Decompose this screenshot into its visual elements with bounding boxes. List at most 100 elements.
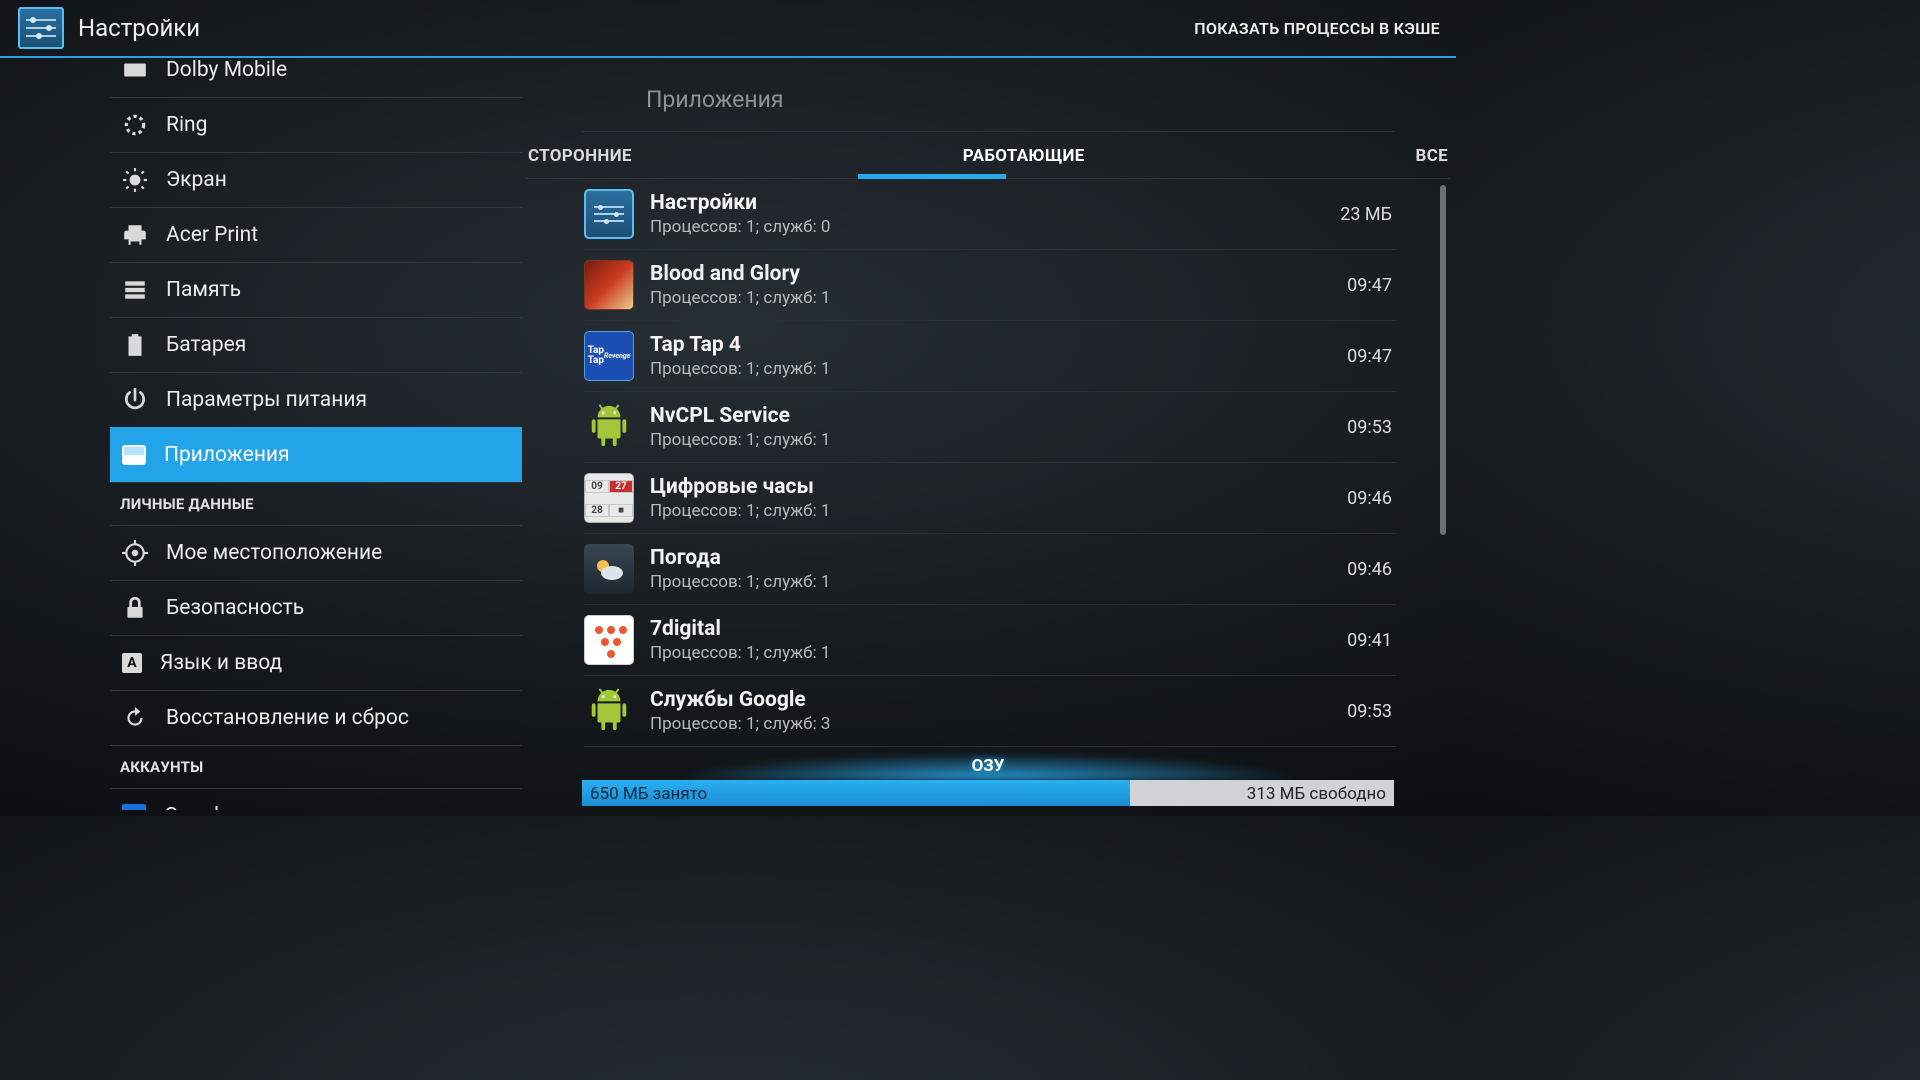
sun-icon — [122, 167, 148, 193]
app-meta: 23 МБ — [1340, 204, 1396, 225]
app-subtitle: Процессов: 1; служб: 1 — [650, 288, 1331, 308]
google-icon: g — [122, 804, 146, 810]
app-subtitle: Процессов: 1; служб: 1 — [650, 501, 1331, 521]
sidebar-item-google[interactable]: g Google — [110, 788, 522, 810]
app-row[interactable]: ПогодаПроцессов: 1; служб: 1 09:46 — [584, 534, 1396, 605]
app-subtitle: Процессов: 1; служб: 0 — [650, 217, 1324, 237]
app-row[interactable]: Blood and GloryПроцессов: 1; служб: 1 09:… — [584, 250, 1396, 321]
app-icon-taptap: TapTapRevenge — [584, 331, 634, 381]
app-text: Цифровые часыПроцессов: 1; служб: 1 — [650, 475, 1331, 521]
header-left: Настройки — [18, 7, 200, 49]
sidebar-item-memory[interactable]: Память — [110, 262, 522, 317]
app-name: Blood and Glory — [650, 262, 1331, 286]
app-meta: 09:41 — [1347, 630, 1396, 651]
app-text: 7digitalПроцессов: 1; служб: 1 — [650, 617, 1331, 663]
battery-icon — [122, 332, 148, 358]
restore-icon — [122, 705, 148, 731]
tabs-bar: СТОРОННИЕ РАБОТАЮЩИЕ ВСЕ — [526, 132, 1450, 179]
app-row[interactable]: 7digitalПроцессов: 1; служб: 1 09:41 — [584, 605, 1396, 676]
app-icon-android — [584, 686, 634, 736]
language-icon: A — [122, 653, 142, 673]
sidebar-item-battery[interactable]: Батарея — [110, 317, 522, 372]
sidebar-item-apps[interactable]: Приложения — [110, 427, 522, 482]
sidebar-item-label: Google — [164, 804, 230, 810]
app-row[interactable]: Службы GoogleПроцессов: 1; служб: 3 09:53 — [584, 676, 1396, 747]
printer-icon — [122, 222, 148, 248]
app-icon-android — [584, 402, 634, 452]
storage-icon — [122, 277, 148, 303]
app-meta: 09:53 — [1347, 701, 1396, 722]
content-heading: Приложения — [582, 58, 1394, 132]
apps-icon — [122, 445, 146, 465]
ram-used-text: 650 МБ занято — [590, 784, 707, 804]
dolby-icon — [122, 58, 148, 83]
ram-label: ОЗУ — [582, 756, 1394, 776]
app-text: Tap Tap 4Процессов: 1; служб: 1 — [650, 333, 1331, 379]
tab-all[interactable]: ВСЕ — [1416, 146, 1448, 178]
sidebar-item-print[interactable]: Acer Print — [110, 207, 522, 262]
app-meta: 09:47 — [1347, 275, 1396, 296]
sidebar-item-label: Безопасность — [166, 596, 304, 620]
app-icon-digitalclock: 092728■ — [584, 473, 634, 523]
sidebar-item-power[interactable]: Параметры питания — [110, 372, 522, 427]
sidebar-item-label: Мое местоположение — [166, 541, 382, 565]
power-icon — [122, 387, 148, 413]
app-text: Службы GoogleПроцессов: 1; служб: 3 — [650, 688, 1331, 734]
sidebar-item-screen[interactable]: Экран — [110, 152, 522, 207]
sidebar-item-ring[interactable]: Ring — [110, 97, 522, 152]
sidebar-item-dolby[interactable]: Dolby Mobile — [110, 58, 522, 97]
app-subtitle: Процессов: 1; служб: 3 — [650, 714, 1331, 734]
app-text: НастройкиПроцессов: 1; служб: 0 — [650, 191, 1324, 237]
app-subtitle: Процессов: 1; служб: 1 — [650, 430, 1331, 450]
app-name: Настройки — [650, 191, 1324, 215]
app-row[interactable]: 092728■ Цифровые часыПроцессов: 1; служб:… — [584, 463, 1396, 534]
app-icon-blood-glory — [584, 260, 634, 310]
sidebar-item-label: Ring — [166, 113, 207, 137]
settings-sidebar: Dolby Mobile Ring Экран Acer Print Память Бат… — [0, 58, 522, 810]
sidebar-item-label: Экран — [166, 168, 227, 192]
location-icon — [122, 540, 148, 566]
app-header: Настройки ПОКАЗАТЬ ПРОЦЕССЫ В КЭШЕ — [0, 0, 1456, 58]
sidebar-item-label: Параметры питания — [166, 388, 367, 412]
tab-thirdparty[interactable]: СТОРОННИЕ — [528, 146, 632, 178]
sidebar-item-label: Язык и ввод — [160, 651, 282, 675]
sidebar-item-label: Батарея — [166, 333, 246, 357]
app-text: Blood and GloryПроцессов: 1; служб: 1 — [650, 262, 1331, 308]
sidebar-item-reset[interactable]: Восстановление и сброс — [110, 690, 522, 745]
app-icon-settings — [584, 189, 634, 239]
app-text: NvCPL ServiceПроцессов: 1; служб: 1 — [650, 404, 1331, 450]
sidebar-item-label: Приложения — [164, 443, 290, 467]
app-meta: 09:47 — [1347, 346, 1396, 367]
app-text: ПогодаПроцессов: 1; служб: 1 — [650, 546, 1331, 592]
running-apps-list[interactable]: НастройкиПроцессов: 1; служб: 0 23 МБ Bloo… — [526, 179, 1450, 758]
app-row[interactable]: NvCPL ServiceПроцессов: 1; служб: 1 09:53 — [584, 392, 1396, 463]
sidebar-item-lang[interactable]: A Язык и ввод — [110, 635, 522, 690]
sidebar-item-location[interactable]: Мое местоположение — [110, 525, 522, 580]
app-name: 7digital — [650, 617, 1331, 641]
sidebar-item-label: Память — [166, 278, 241, 302]
section-accounts: АККАУНТЫ — [110, 745, 522, 788]
app-subtitle: Процессов: 1; служб: 1 — [650, 572, 1331, 592]
app-meta: 09:53 — [1347, 417, 1396, 438]
app-name: Цифровые часы — [650, 475, 1331, 499]
app-subtitle: Процессов: 1; служб: 1 — [650, 643, 1331, 663]
show-cached-processes-button[interactable]: ПОКАЗАТЬ ПРОЦЕССЫ В КЭШЕ — [1194, 19, 1446, 38]
lock-icon — [122, 595, 148, 621]
sidebar-item-label: Восстановление и сброс — [166, 706, 409, 730]
app-name: Tap Tap 4 — [650, 333, 1331, 357]
app-name: NvCPL Service — [650, 404, 1331, 428]
sidebar-item-label: Dolby Mobile — [166, 58, 287, 82]
sidebar-item-label: Acer Print — [166, 223, 258, 247]
app-meta: 09:46 — [1347, 559, 1396, 580]
ram-usage-bar: ОЗУ 650 МБ занято 313 МБ свободно — [582, 758, 1394, 806]
ram-free-text: 313 МБ свободно — [1247, 784, 1386, 804]
sidebar-item-security[interactable]: Безопасность — [110, 580, 522, 635]
app-name: Погода — [650, 546, 1331, 570]
app-icon-weather — [584, 544, 634, 594]
app-row[interactable]: TapTapRevenge Tap Tap 4Процессов: 1; служ… — [584, 321, 1396, 392]
app-row[interactable]: НастройкиПроцессов: 1; служб: 0 23 МБ — [584, 179, 1396, 250]
scrollbar-thumb[interactable] — [1440, 185, 1446, 535]
app-name: Службы Google — [650, 688, 1331, 712]
app-icon-7digital — [584, 615, 634, 665]
ring-icon — [122, 112, 148, 138]
